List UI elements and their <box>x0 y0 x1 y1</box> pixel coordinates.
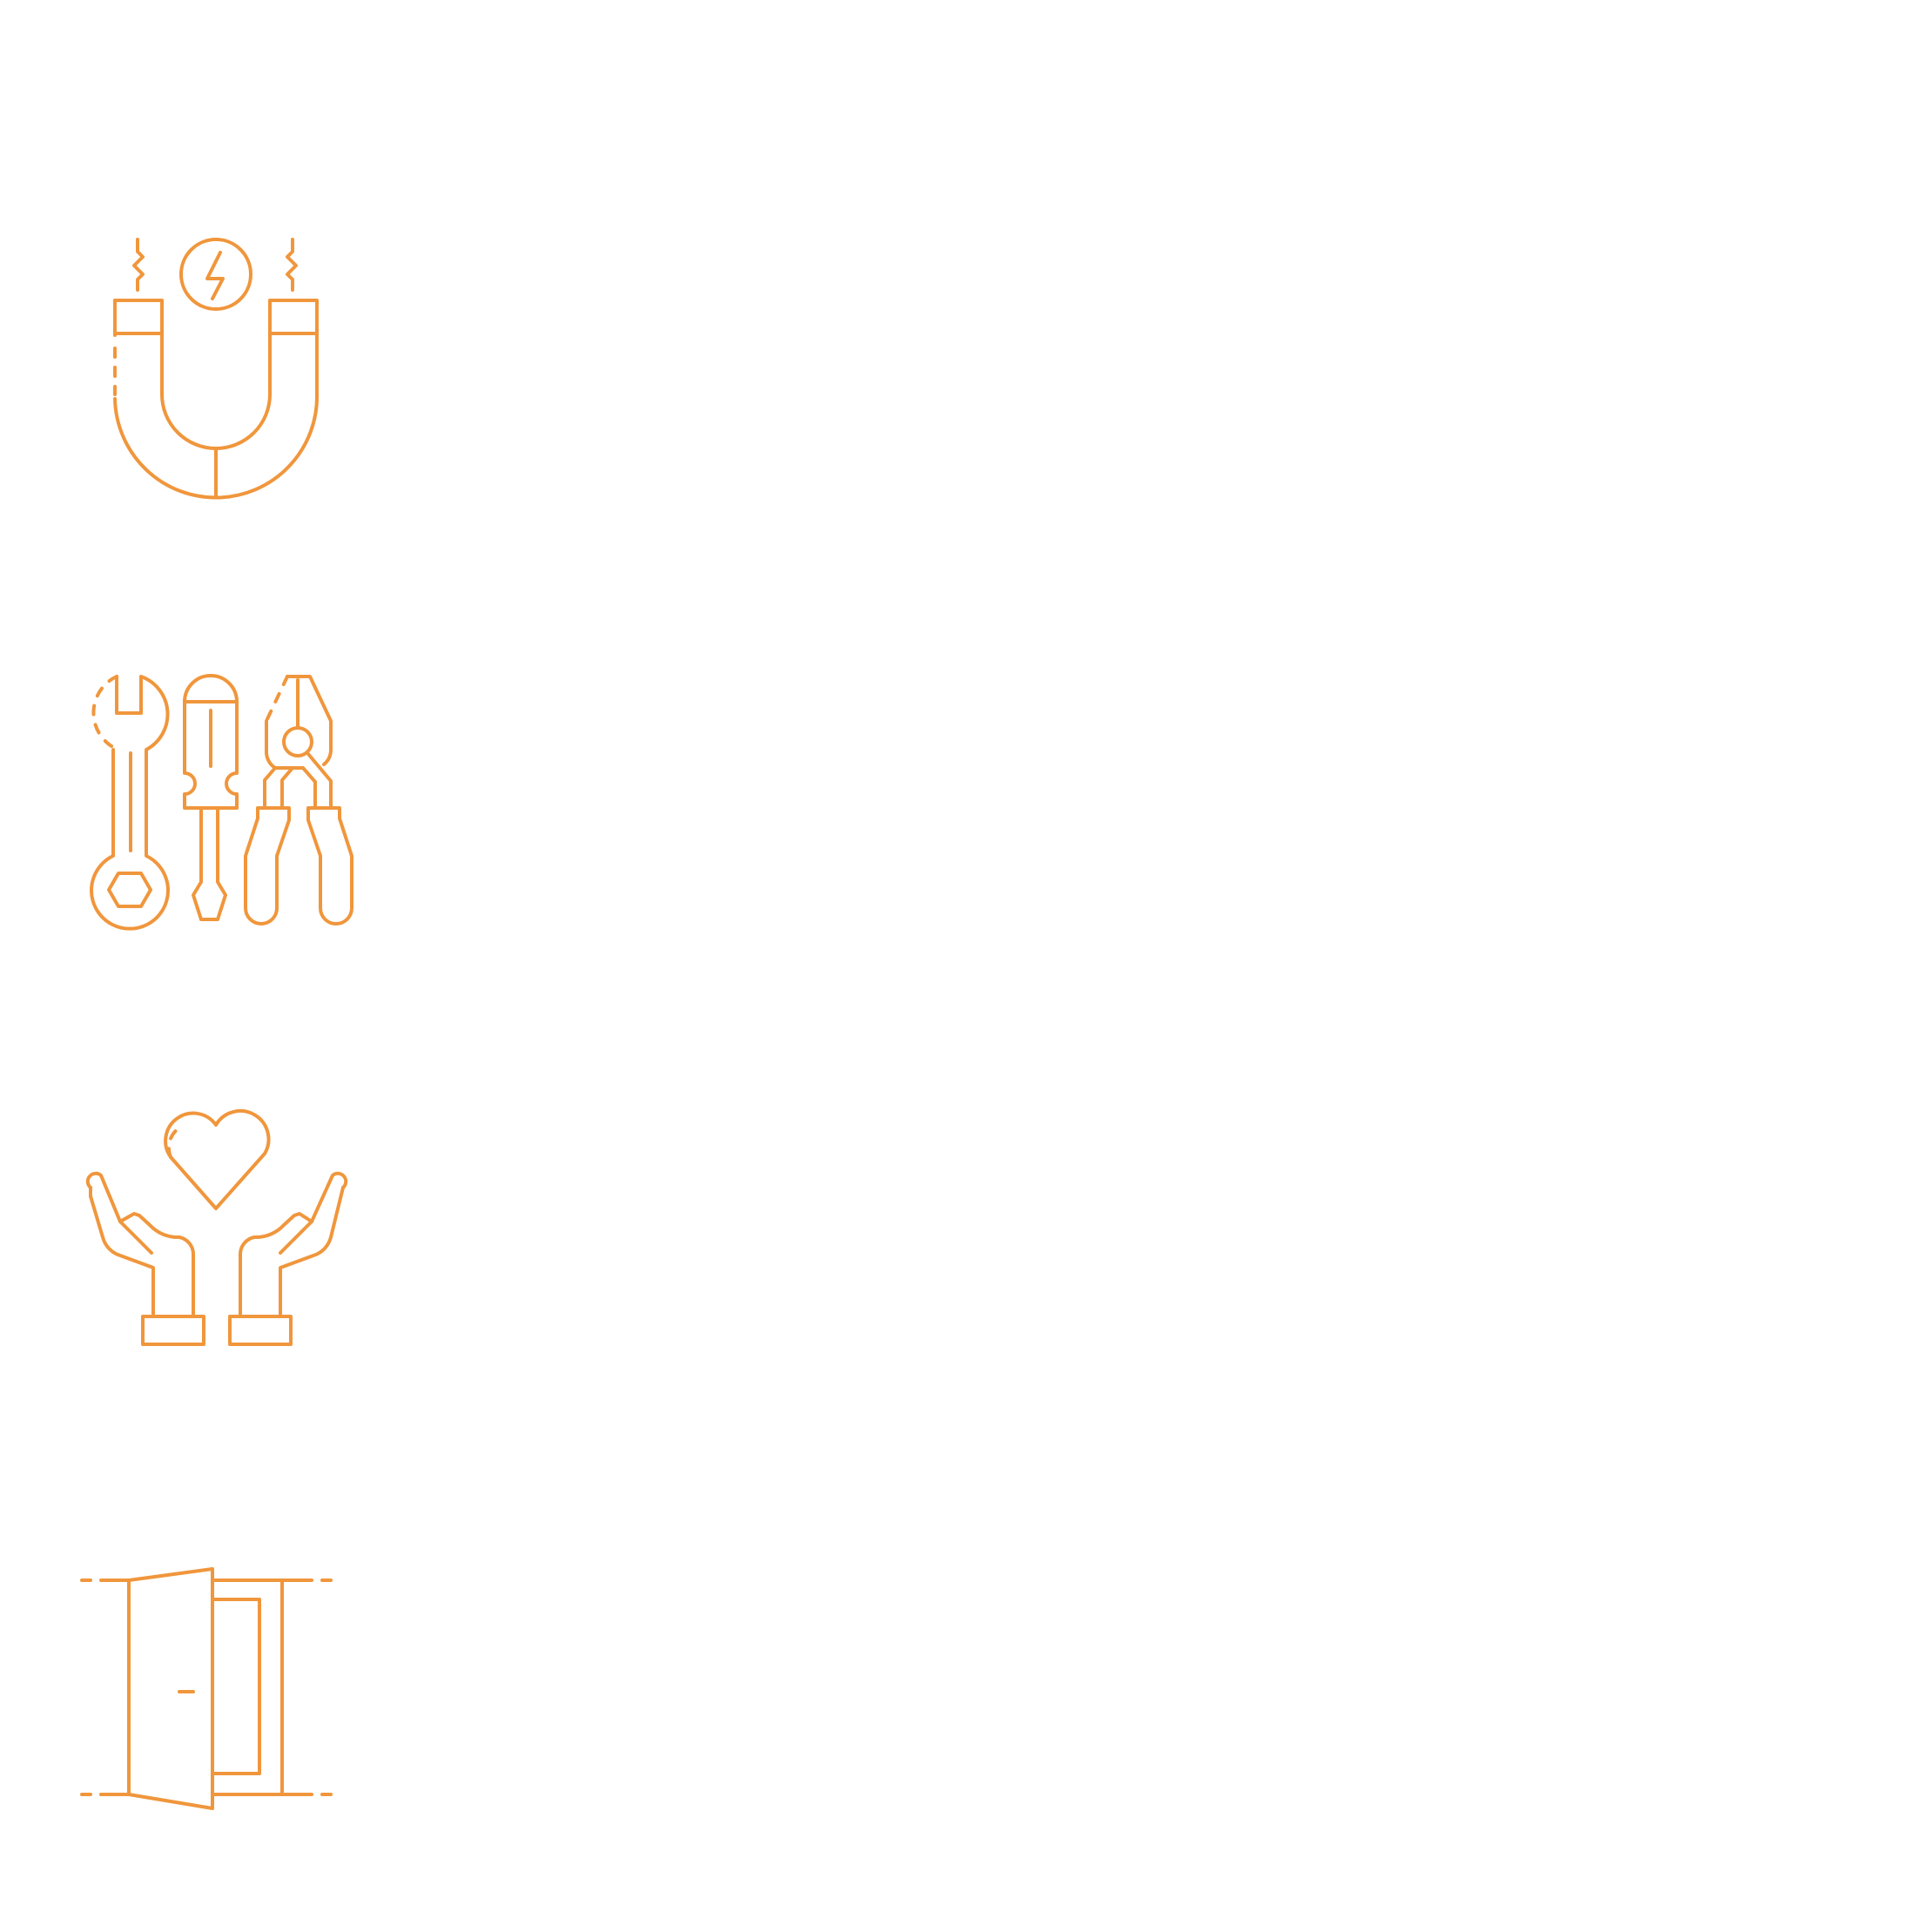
care-hands-heart-icon <box>0 1067 392 1458</box>
open-door-icon-graphic <box>80 1567 333 1810</box>
care-hands-heart-icon-graphic <box>85 1109 348 1346</box>
magnet-icon-graphic <box>113 238 320 500</box>
magnet-icon <box>0 196 392 588</box>
open-door-icon <box>0 1502 392 1894</box>
icon-sheet <box>0 0 1932 1932</box>
tools-icon <box>0 631 392 1023</box>
tools-icon-graphic <box>90 674 353 931</box>
